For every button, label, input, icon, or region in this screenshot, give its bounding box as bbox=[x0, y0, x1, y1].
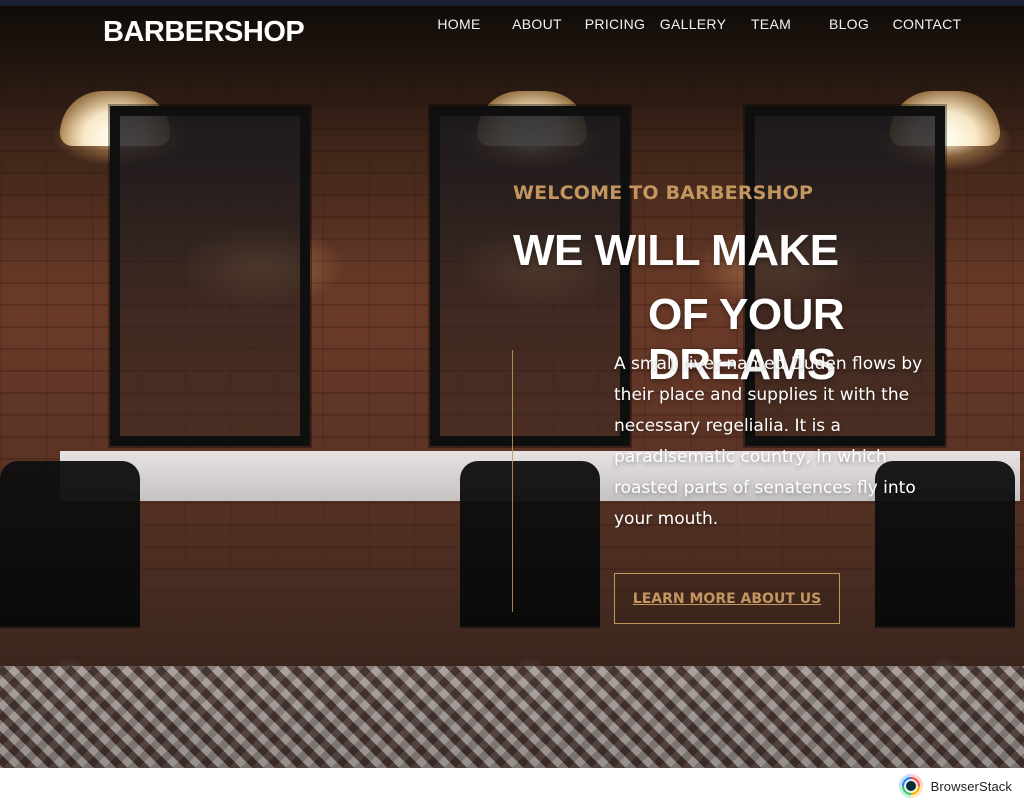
site-logo[interactable]: BARBERSHOP bbox=[103, 16, 305, 49]
nav-item-pricing[interactable]: PRICING bbox=[576, 16, 654, 36]
browserstack-badge: BrowserStack bbox=[892, 771, 1018, 801]
browserstack-label: BrowserStack bbox=[930, 778, 1012, 794]
nav-item-blog[interactable]: BLOG bbox=[810, 16, 888, 36]
tiled-floor bbox=[0, 666, 1024, 768]
learn-more-button[interactable]: LEARN MORE ABOUT US bbox=[614, 573, 840, 624]
mirror-right bbox=[745, 106, 945, 446]
hero-section bbox=[0, 6, 1024, 768]
nav-item-gallery[interactable]: GALLERY bbox=[654, 16, 732, 36]
nav-item-home[interactable]: HOME bbox=[420, 16, 498, 36]
nav-item-contact[interactable]: CONTACT bbox=[888, 16, 966, 36]
main-menu: HOME ABOUT PRICING GALLERY TEAM BLOG CON… bbox=[420, 16, 966, 36]
mirror-center bbox=[430, 106, 630, 446]
nav-item-about[interactable]: ABOUT bbox=[498, 16, 576, 36]
browserstack-icon bbox=[898, 774, 923, 798]
mirror-left bbox=[110, 106, 310, 446]
top-navbar: BARBERSHOP HOME ABOUT PRICING GALLERY TE… bbox=[0, 6, 1024, 66]
nav-item-team[interactable]: TEAM bbox=[732, 16, 810, 36]
